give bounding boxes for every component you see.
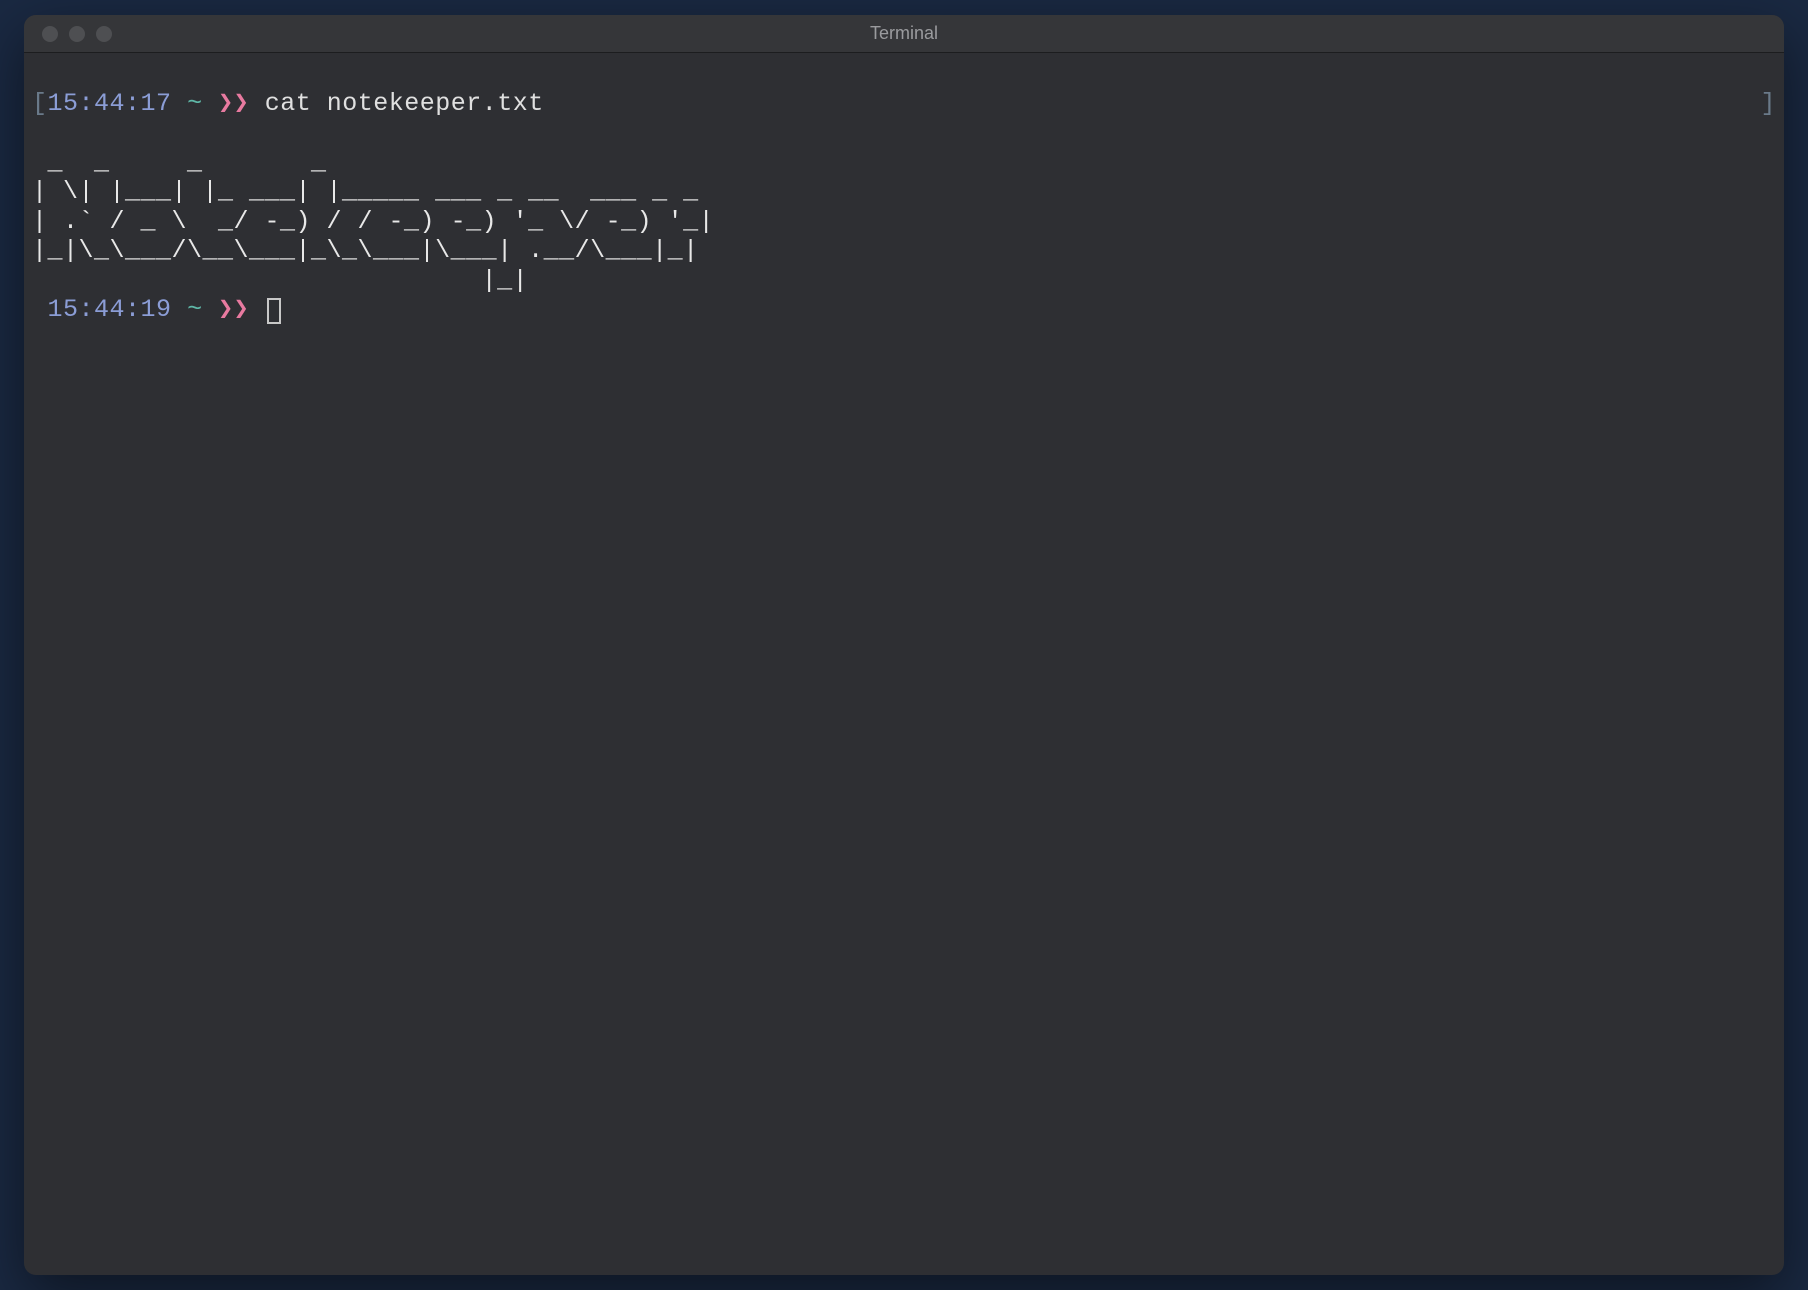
command-text: cat notekeeper.txt <box>265 89 544 118</box>
close-bracket: ] <box>1760 89 1776 119</box>
cursor[interactable] <box>267 298 281 324</box>
prompt-line-1: [15:44:17 ~ ❯❯ cat notekeeper.txt] <box>32 89 1776 119</box>
prompt-chevrons: ❯❯ <box>218 89 249 118</box>
prompt-chevrons-2: ❯❯ <box>218 295 249 324</box>
prompt-cwd: ~ <box>187 89 203 118</box>
prompt-time: 15:44:17 <box>48 89 172 118</box>
prompt-cwd-2: ~ <box>187 295 203 324</box>
open-bracket: [ <box>32 89 48 118</box>
prompt-line-2: 15:44:19 ~ ❯❯ <box>32 295 1776 325</box>
window-title: Terminal <box>24 23 1784 44</box>
prompt-time-2: 15:44:19 <box>48 295 172 324</box>
traffic-lights <box>24 26 112 42</box>
ascii-art-output: _ _ _ _ | \| |___| |_ ___| |_____ ___ _ … <box>32 148 730 295</box>
minimize-button[interactable] <box>69 26 85 42</box>
close-button[interactable] <box>42 26 58 42</box>
titlebar[interactable]: Terminal <box>24 15 1784 53</box>
terminal-window: Terminal [15:44:17 ~ ❯❯ cat notekeeper.t… <box>24 15 1784 1275</box>
zoom-button[interactable] <box>96 26 112 42</box>
terminal-body[interactable]: [15:44:17 ~ ❯❯ cat notekeeper.txt] _ _ _… <box>24 53 1784 1275</box>
